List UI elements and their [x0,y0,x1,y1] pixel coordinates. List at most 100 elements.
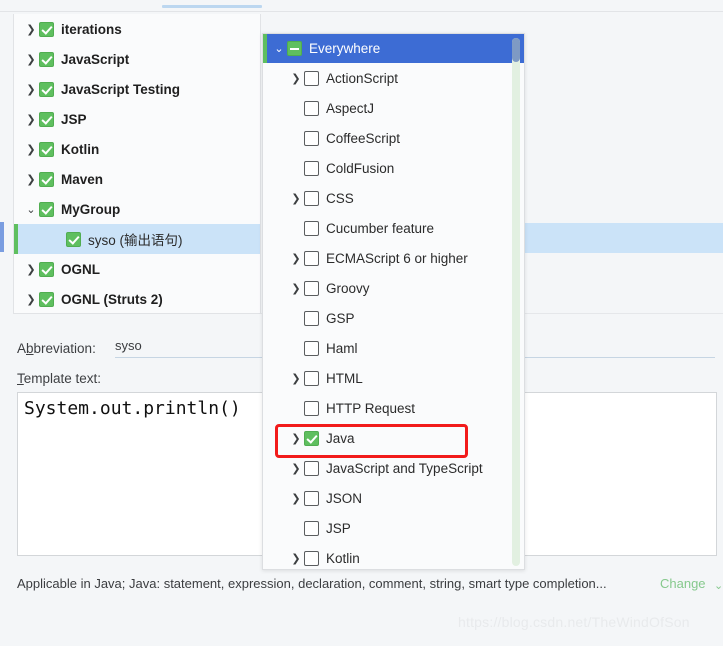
popup-row[interactable]: ❯GSP [263,303,524,333]
checkbox-unchecked-icon[interactable] [304,310,319,326]
chevron-right-icon[interactable]: ❯ [23,54,39,65]
tree-row[interactable]: ❯syso (输出语句) [14,224,260,254]
checkbox-unchecked-icon[interactable] [304,220,319,236]
abbreviation-value: syso [115,338,142,353]
checkbox-unchecked-icon[interactable] [304,130,319,146]
popup-row[interactable]: ❯AspectJ [263,93,524,123]
checkbox-checked-icon[interactable] [39,201,54,217]
template-text-label: Template text: [17,371,102,386]
chevron-right-icon[interactable]: ❯ [23,294,39,305]
checkbox-checked-icon[interactable] [66,231,81,247]
popup-header-row[interactable]: ⌄ Everywhere [263,34,524,63]
tree-row-label: Maven [61,171,104,187]
checkbox-unchecked-icon[interactable] [304,250,319,266]
popup-row[interactable]: ❯JSP [263,513,524,543]
checkbox-unchecked-icon[interactable] [304,370,319,386]
popup-row[interactable]: ❯ Kotlin [263,543,524,569]
popup-row[interactable]: ❯CoffeeScript [263,123,524,153]
tree-row[interactable]: ❯ JavaScript [14,44,260,74]
checkbox-unchecked-icon[interactable] [304,280,319,296]
checkbox-unchecked-icon[interactable] [304,460,319,476]
popup-scrollbar-thumb[interactable] [512,38,520,62]
checkbox-unchecked-icon[interactable] [304,70,319,86]
tree-row[interactable]: ❯ iterations [14,14,260,44]
chevron-right-icon[interactable]: ❯ [288,193,304,204]
tree-row-label: JavaScript [61,51,130,67]
popup-row[interactable]: ❯ Java [263,423,524,453]
abbreviation-mnemonic: b [26,341,34,356]
checkbox-checked-icon[interactable] [39,81,54,97]
checkbox-unchecked-icon[interactable] [304,490,319,506]
popup-row-label: CSS [326,190,354,206]
popup-row[interactable]: ❯ColdFusion [263,153,524,183]
popup-row-label: HTTP Request [326,400,416,416]
abbreviation-label: Abbreviation: [17,341,96,356]
checkbox-checked-icon[interactable] [39,111,54,127]
tree-row-label: OGNL (Struts 2) [61,291,163,307]
chevron-right-icon[interactable]: ❯ [288,373,304,384]
chevron-right-icon[interactable]: ❯ [288,463,304,474]
popup-row[interactable]: ❯ HTML [263,363,524,393]
chevron-right-icon[interactable]: ❯ [23,114,39,125]
checkbox-unchecked-icon[interactable] [304,190,319,206]
applicable-context-bar: Applicable in Java; Java: statement, exp… [0,576,723,598]
chevron-right-icon[interactable]: ❯ [288,283,304,294]
chevron-right-icon[interactable]: ❯ [288,73,304,84]
popup-row-label: Java [326,430,355,446]
checkbox-checked-icon[interactable] [39,51,54,67]
tree-row[interactable]: ❯ OGNL (Struts 2) [14,284,260,313]
tree-row[interactable]: ❯ Maven [14,164,260,194]
change-context-link[interactable]: Change [660,576,706,591]
checkbox-unchecked-icon[interactable] [304,160,319,176]
chevron-right-icon[interactable]: ❯ [23,174,39,185]
chevron-right-icon[interactable]: ❯ [288,253,304,264]
chevron-right-icon[interactable]: ❯ [288,553,304,564]
chevron-right-icon[interactable]: ❯ [23,144,39,155]
tree-row-label: OGNL [61,261,100,277]
left-edge-marker [0,222,4,252]
popup-row-label: GSP [326,310,355,326]
popup-row[interactable]: ❯ ActionScript [263,63,524,93]
tree-row[interactable]: ❯ JavaScript Testing [14,74,260,104]
checkbox-checked-icon[interactable] [39,261,54,277]
popup-row-label: Cucumber feature [326,220,435,236]
popup-row[interactable]: ❯ ECMAScript 6 or higher [263,243,524,273]
abbreviation-label-row: Abbreviation: [17,341,96,356]
chevron-down-icon[interactable]: ⌄ [714,579,723,592]
popup-row[interactable]: ❯Cucumber feature [263,213,524,243]
chevron-right-icon[interactable]: ❯ [288,493,304,504]
context-filter-popup[interactable]: ⌄Everywhere❯ActionScript❯AspectJ❯CoffeeS… [262,33,525,570]
chevron-right-icon[interactable]: ❯ [23,264,39,275]
live-templates-tree[interactable]: ❯ iterations ❯ JavaScript ❯ JavaScript Testin… [13,14,261,314]
popup-row-label: ColdFusion [326,160,395,176]
checkbox-checked-icon[interactable] [39,291,54,307]
checkbox-unchecked-icon[interactable] [304,100,319,116]
popup-row-label: JavaScript and TypeScript [326,460,483,476]
chevron-down-icon[interactable]: ⌄ [271,43,287,54]
popup-row-label: Groovy [326,280,370,296]
popup-row[interactable]: ❯ JSON [263,483,524,513]
tree-row[interactable]: ❯ Kotlin [14,134,260,164]
chevron-right-icon[interactable]: ❯ [288,433,304,444]
checkbox-unchecked-icon[interactable] [304,340,319,356]
checkbox-checked-icon[interactable] [304,430,319,446]
checkbox-checked-icon[interactable] [39,171,54,187]
popup-row[interactable]: ❯ Groovy [263,273,524,303]
tree-row[interactable]: ❯ JSP [14,104,260,134]
checkbox-indeterminate-icon[interactable] [287,41,302,56]
popup-row[interactable]: ❯ JavaScript and TypeScript [263,453,524,483]
checkbox-checked-icon[interactable] [39,141,54,157]
popup-row[interactable]: ❯Haml [263,333,524,363]
tree-row[interactable]: ⌄ MyGroup [14,194,260,224]
popup-row[interactable]: ❯ CSS [263,183,524,213]
checkbox-unchecked-icon[interactable] [304,550,319,566]
popup-scrollbar-track[interactable] [512,38,520,566]
chevron-right-icon[interactable]: ❯ [23,24,39,35]
checkbox-unchecked-icon[interactable] [304,400,319,416]
checkbox-unchecked-icon[interactable] [304,520,319,536]
chevron-right-icon[interactable]: ❯ [23,84,39,95]
tree-row[interactable]: ❯ OGNL [14,254,260,284]
checkbox-checked-icon[interactable] [39,21,54,37]
popup-row[interactable]: ❯HTTP Request [263,393,524,423]
chevron-down-icon[interactable]: ⌄ [23,204,39,215]
